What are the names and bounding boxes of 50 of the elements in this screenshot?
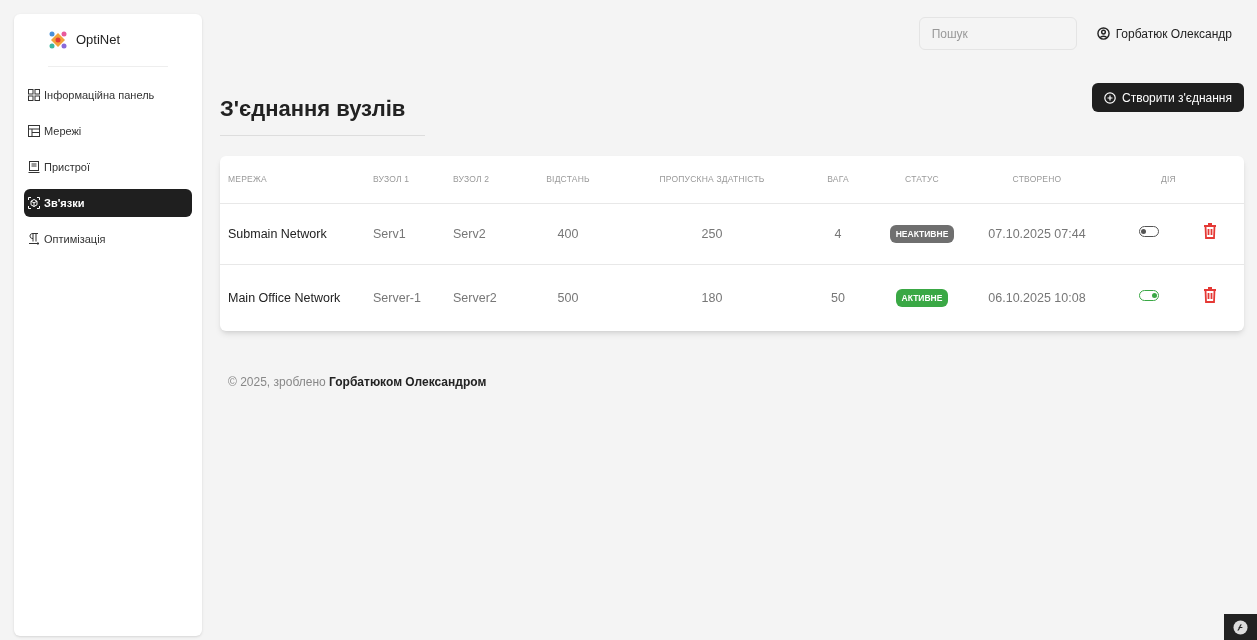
status-badge: АКТИВНЕ: [895, 288, 949, 308]
column-header: СТВОРЕНО: [1012, 173, 1062, 186]
logo-icon: [48, 30, 68, 50]
table-cell-text: 400: [557, 225, 579, 243]
column-header: ВАГА: [827, 173, 849, 186]
status-badge: НЕАКТИВНЕ: [889, 224, 955, 244]
user-name: Горбатюк Олександр: [1115, 25, 1232, 43]
table-cell-text: 180: [701, 289, 723, 307]
grid-icon: [28, 89, 40, 101]
table-cell-text: 4: [834, 225, 842, 243]
sidebar-item[interactable]: Пристрої: [24, 153, 192, 181]
device-icon: [28, 161, 40, 173]
table-cell-text: Submain Network: [227, 225, 328, 243]
plus-circle-icon: [1104, 91, 1117, 104]
table-cell-text: Serv2: [452, 225, 487, 243]
column-header: ПРОПУСКНА ЗДАТНІСТЬ: [659, 173, 765, 186]
brand-name: OptiNet: [76, 31, 121, 50]
column-header: ДІЯ: [1161, 173, 1176, 186]
table-cell-text: Server-1: [372, 289, 422, 307]
trash-icon: [1203, 287, 1217, 303]
table-cell-text: 50: [831, 289, 845, 307]
table-cell-text: 250: [701, 225, 723, 243]
table-cell-text: 07.10.2025 07:44: [988, 225, 1086, 243]
column-header: СТАТУС: [905, 173, 939, 186]
footer-text: © 2025, зроблено Горбатюком Олександром: [228, 374, 488, 391]
delete-button[interactable]: [1203, 223, 1217, 239]
logo-icon: [1233, 619, 1248, 635]
table-cell-text: Server2: [452, 289, 498, 307]
trash-icon: [1203, 223, 1217, 239]
search-field[interactable]: Пошук: [918, 17, 1077, 50]
page-title: З'єднання вузлів: [220, 83, 426, 136]
sidebar-item[interactable]: Оптимізація: [24, 225, 192, 253]
delete-button[interactable]: [1203, 287, 1217, 303]
sidebar-item[interactable]: Зв'язки: [24, 189, 192, 217]
user-icon: [1096, 27, 1110, 40]
sidebar-item[interactable]: Мережі: [24, 117, 192, 145]
cube-icon: [28, 197, 40, 209]
paragraph-icon: [28, 233, 40, 245]
table-cell-text: Main Office Network: [227, 289, 342, 307]
column-header: ВУЗОЛ 2: [452, 173, 490, 186]
column-header: ВІДСТАНЬ: [546, 173, 590, 186]
create-button[interactable]: Створити з'єднання: [1092, 83, 1244, 112]
table-cell-text: Serv1: [372, 225, 407, 243]
column-header: ВУЗОЛ 1: [372, 173, 410, 186]
sidebar-item[interactable]: Інформаційна панель: [24, 81, 192, 109]
table-cell-text: 500: [557, 289, 579, 307]
table-icon: [28, 125, 40, 137]
column-header: МЕРЕЖА: [227, 173, 267, 186]
debug-toolbar[interactable]: [1224, 614, 1257, 640]
table-cell-text: 06.10.2025 10:08: [988, 289, 1086, 307]
